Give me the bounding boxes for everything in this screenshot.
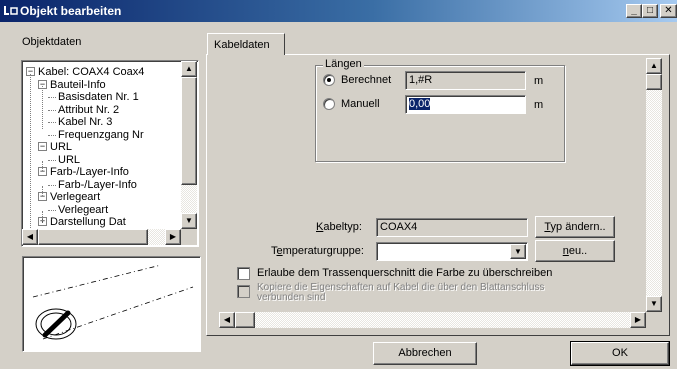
manuell-unit: m xyxy=(534,99,544,111)
manuell-label: Manuell xyxy=(341,98,380,110)
typ-aendern-button[interactable]: Typ ändern.. xyxy=(535,216,615,238)
tree-connector xyxy=(48,122,56,123)
scroll-corner xyxy=(181,229,197,245)
kopiere-checkbox-label: Kopiere die Eigenschaften auf Kabel die … xyxy=(257,283,544,303)
tree-item[interactable]: Darstellung Dat xyxy=(50,216,126,228)
tree-item[interactable]: URL xyxy=(50,141,72,153)
kopiere-checkbox xyxy=(237,285,250,298)
close-button[interactable]: ✕ xyxy=(660,4,677,18)
tree-item[interactable]: Kabel: COAX4 Coax4 xyxy=(38,66,144,78)
content-scroll-right-icon[interactable]: ▶ xyxy=(630,312,646,328)
content-scroll-thumb-horizontal[interactable] xyxy=(235,312,255,328)
tree-connector xyxy=(48,97,56,98)
minimize-icon: _ xyxy=(631,5,637,16)
abbrechen-button[interactable]: Abbrechen xyxy=(373,342,477,365)
radio-selected-dot xyxy=(327,78,331,82)
berechnet-radio[interactable] xyxy=(323,74,335,86)
cable-preview-drawing xyxy=(32,264,194,340)
tree-item[interactable]: Bauteil-Info xyxy=(50,79,106,91)
temperaturgruppe-label: Temperaturgruppe: xyxy=(271,245,364,257)
laengen-group-label: Längen xyxy=(323,58,364,70)
tree-item[interactable]: Farb-/Layer-Info xyxy=(50,166,129,178)
chevron-down-icon[interactable]: ▼ xyxy=(510,244,526,259)
tree-connector xyxy=(48,184,56,186)
manuell-radio[interactable] xyxy=(323,98,335,110)
farbe-checkbox[interactable] xyxy=(237,267,250,280)
berechnet-unit: m xyxy=(534,75,544,87)
neu-label: eu.. xyxy=(568,245,588,257)
content-area: Längen Berechnet 1,#R m Manuell 0,00 m K… xyxy=(219,58,665,328)
tree-item[interactable]: Farb-/Layer-Info xyxy=(58,179,137,191)
scroll-up-icon[interactable]: ▲ xyxy=(181,61,197,77)
tree-guide-line xyxy=(30,74,31,229)
neu-button[interactable]: neu.. xyxy=(535,240,615,262)
tree-guide-line xyxy=(42,211,43,221)
kabeltyp-field: COAX4 xyxy=(376,218,528,237)
tree-items: − Kabel: COAX4 Coax4− Bauteil-Info Basisdat… xyxy=(22,61,180,229)
tree-item[interactable]: URL xyxy=(58,154,80,166)
tree-connector xyxy=(48,134,56,136)
collapse-icon[interactable]: − xyxy=(38,142,47,151)
tree-guide-line xyxy=(42,86,43,129)
objekt-icon xyxy=(4,4,18,17)
object-tree[interactable]: − Kabel: COAX4 Coax4− Bauteil-Info Basisdat… xyxy=(21,60,199,247)
scroll-right-icon[interactable]: ▶ xyxy=(165,229,181,245)
tree-item[interactable]: Verlegeart xyxy=(50,191,100,203)
title-bar: Objekt bearbeiten _ □ ✕ xyxy=(0,0,677,22)
kopiere-label-line2: verbunden sind xyxy=(257,292,326,303)
content-scroll-down-icon[interactable]: ▼ xyxy=(646,296,662,312)
tree-horizontal-scrollbar[interactable]: ◀ ▶ xyxy=(22,229,181,245)
temperaturgruppe-select[interactable]: ▼ xyxy=(376,242,528,261)
tree-item[interactable]: Frequenzgang Nr xyxy=(58,129,144,141)
maximize-button[interactable]: □ xyxy=(642,4,658,18)
tree-item[interactable]: Basisdaten Nr. 1 xyxy=(58,91,139,103)
farbe-checkbox-label: Erlaube dem Trassenquerschnitt die Farbe… xyxy=(257,267,553,279)
tree-guide-line xyxy=(42,186,43,196)
minimize-button[interactable]: _ xyxy=(626,4,642,18)
tree-item[interactable]: Verlegeart xyxy=(58,204,108,216)
content-scroll-left-icon[interactable]: ◀ xyxy=(219,312,235,328)
temp-label-post: mperaturgruppe: xyxy=(282,245,364,257)
tree-connector xyxy=(48,109,56,111)
manuell-value-selected: 0,00 xyxy=(409,98,431,110)
kabeltyp-label-text: abeltyp: xyxy=(323,221,362,233)
scroll-left-icon[interactable]: ◀ xyxy=(22,229,38,245)
tree-guide-line xyxy=(42,161,43,171)
window-title: Objekt bearbeiten xyxy=(20,4,122,18)
content-scroll-up-icon[interactable]: ▲ xyxy=(646,58,662,74)
berechnet-value-field: 1,#R xyxy=(405,71,526,90)
tree-item[interactable]: Kabel Nr. 3 xyxy=(58,116,112,128)
typ-aendern-label: yp ändern.. xyxy=(550,221,606,233)
tab-label: Kabeldaten xyxy=(214,39,270,51)
ok-button[interactable]: OK xyxy=(570,341,670,366)
content-vertical-scrollbar[interactable]: ▲ ▼ xyxy=(646,58,662,312)
content-scroll-corner xyxy=(646,312,662,328)
tree-item[interactable]: Attribut Nr. 2 xyxy=(58,104,119,116)
cable-preview xyxy=(22,256,201,352)
close-icon: ✕ xyxy=(664,5,673,16)
berechnet-label: Berechnet xyxy=(341,74,392,86)
manuell-value-input[interactable]: 0,00 xyxy=(405,95,526,114)
objektdaten-label: Objektdaten xyxy=(22,36,82,48)
tree-vertical-scrollbar[interactable]: ▲ ▼ xyxy=(181,61,197,229)
kabeltyp-label: Kabeltyp: xyxy=(316,221,362,233)
tab-kabeldaten[interactable]: Kabeldaten xyxy=(207,33,285,55)
content-scroll-thumb[interactable] xyxy=(646,74,662,90)
scroll-thumb-horizontal[interactable] xyxy=(38,229,148,245)
scroll-thumb[interactable] xyxy=(181,77,197,185)
content-horizontal-scrollbar[interactable]: ◀ ▶ xyxy=(219,312,646,328)
maximize-icon: □ xyxy=(646,5,654,16)
tree-connector xyxy=(48,159,56,161)
scroll-down-icon[interactable]: ▼ xyxy=(181,213,197,229)
tree-connector xyxy=(48,209,56,211)
